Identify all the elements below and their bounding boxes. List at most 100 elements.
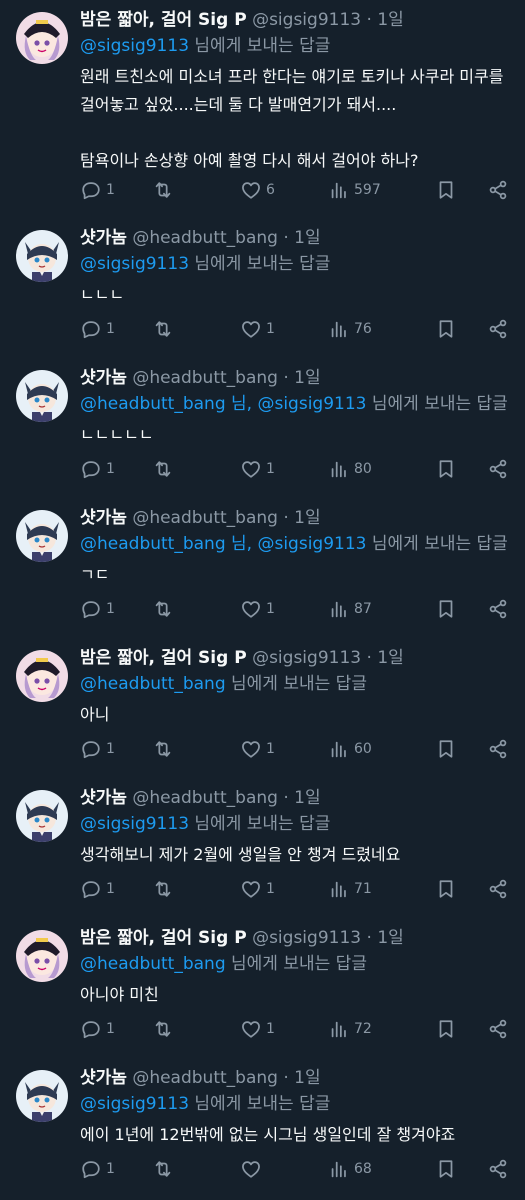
timestamp[interactable]: 1일 xyxy=(377,928,403,948)
avatar[interactable] xyxy=(16,12,68,64)
like-icon xyxy=(242,461,260,478)
retweet-button[interactable] xyxy=(152,736,240,762)
reply-context-label: 님에게 보내는 답글 xyxy=(371,534,508,554)
display-name[interactable]: 샷가놈 xyxy=(80,1068,127,1088)
avatar[interactable] xyxy=(16,510,68,562)
views-button[interactable]: 72 xyxy=(328,1016,408,1042)
display-name[interactable]: 밤은 짧아, 걸어 Sig P xyxy=(80,928,247,948)
reply-mention-link[interactable]: @sigsig9113 xyxy=(80,814,189,834)
reply-button[interactable]: 1 xyxy=(80,177,152,203)
user-handle[interactable]: @headbutt_bang xyxy=(132,368,278,388)
user-handle[interactable]: @sigsig9113 xyxy=(252,648,361,668)
bookmark-icon xyxy=(439,600,453,618)
timestamp[interactable]: 1일 xyxy=(294,508,320,528)
reply-mention-link[interactable]: @headbutt_bang 님, @sigsig9113 xyxy=(80,394,366,414)
like-button[interactable] xyxy=(240,1156,328,1182)
reply-mention-link[interactable]: @headbutt_bang xyxy=(80,954,226,974)
bookmark-button[interactable] xyxy=(435,596,457,622)
like-count: 1 xyxy=(266,881,275,897)
tweet-text: ㄱㄷ xyxy=(80,565,110,584)
reply-button[interactable]: 1 xyxy=(80,876,152,902)
share-button[interactable] xyxy=(487,596,509,622)
reply-mention-link[interactable]: @headbutt_bang 님, @sigsig9113 xyxy=(80,534,366,554)
display-name[interactable]: 밤은 짧아, 걸어 Sig P xyxy=(80,648,247,668)
avatar[interactable] xyxy=(16,650,68,702)
views-button[interactable]: 68 xyxy=(328,1156,408,1182)
reply-mention-link[interactable]: @headbutt_bang xyxy=(80,674,226,694)
retweet-button[interactable] xyxy=(152,1016,240,1042)
share-button[interactable] xyxy=(487,876,509,902)
like-button[interactable]: 1 xyxy=(240,456,328,482)
like-button[interactable]: 1 xyxy=(240,736,328,762)
reply-mention-link[interactable]: @sigsig9113 xyxy=(80,254,189,274)
bookmark-button[interactable] xyxy=(435,316,457,342)
share-button[interactable] xyxy=(487,177,509,203)
share-button[interactable] xyxy=(487,1016,509,1042)
avatar[interactable] xyxy=(16,930,68,982)
views-button[interactable]: 597 xyxy=(328,177,408,203)
bookmark-button[interactable] xyxy=(435,456,457,482)
like-button[interactable]: 1 xyxy=(240,596,328,622)
retweet-button[interactable] xyxy=(152,456,240,482)
like-button[interactable]: 1 xyxy=(240,1016,328,1042)
reply-button[interactable]: 1 xyxy=(80,736,152,762)
share-button[interactable] xyxy=(487,1156,509,1182)
avatar[interactable] xyxy=(16,230,68,282)
reply-button[interactable]: 1 xyxy=(80,1016,152,1042)
reply-mention-link[interactable]: @sigsig9113 xyxy=(80,1094,189,1114)
tweet-text: 생각해보니 제가 2월에 생일을 안 챙겨 드렸네요 xyxy=(80,845,401,864)
avatar-image xyxy=(16,790,68,842)
views-button[interactable]: 87 xyxy=(328,596,408,622)
timestamp[interactable]: 1일 xyxy=(377,10,403,30)
like-button[interactable]: 1 xyxy=(240,316,328,342)
view-count: 72 xyxy=(354,1021,372,1037)
timestamp[interactable]: 1일 xyxy=(294,1068,320,1088)
views-button[interactable]: 80 xyxy=(328,456,408,482)
reply-button[interactable]: 1 xyxy=(80,456,152,482)
share-button[interactable] xyxy=(487,456,509,482)
views-button[interactable]: 71 xyxy=(328,876,408,902)
display-name[interactable]: 샷가놈 xyxy=(80,368,127,388)
share-button[interactable] xyxy=(487,316,509,342)
like-button[interactable]: 1 xyxy=(240,876,328,902)
user-handle[interactable]: @headbutt_bang xyxy=(132,1068,278,1088)
bookmark-button[interactable] xyxy=(435,1016,457,1042)
avatar[interactable] xyxy=(16,1070,68,1122)
display-name[interactable]: 샷가놈 xyxy=(80,228,127,248)
timestamp[interactable]: 1일 xyxy=(294,368,320,388)
reply-mention-link[interactable]: @sigsig9113 xyxy=(80,36,189,56)
avatar[interactable] xyxy=(16,370,68,422)
display-name[interactable]: 밤은 짧아, 걸어 Sig P xyxy=(80,10,247,30)
timestamp[interactable]: 1일 xyxy=(294,788,320,808)
display-name[interactable]: 샷가놈 xyxy=(80,788,127,808)
user-handle[interactable]: @sigsig9113 xyxy=(252,10,361,30)
action-bar: 1 1 87 xyxy=(80,596,509,622)
bookmark-button[interactable] xyxy=(435,736,457,762)
bookmark-button[interactable] xyxy=(435,1156,457,1182)
reply-button[interactable]: 1 xyxy=(80,596,152,622)
like-button[interactable]: 6 xyxy=(240,177,328,203)
retweet-button[interactable] xyxy=(152,316,240,342)
user-handle[interactable]: @sigsig9113 xyxy=(252,928,361,948)
tweet-text: ㄴㄴㄴ xyxy=(80,285,125,304)
retweet-button[interactable] xyxy=(152,876,240,902)
bookmark-button[interactable] xyxy=(435,177,457,203)
avatar[interactable] xyxy=(16,790,68,842)
reply-button[interactable]: 1 xyxy=(80,316,152,342)
views-button[interactable]: 60 xyxy=(328,736,408,762)
views-button[interactable]: 76 xyxy=(328,316,408,342)
retweet-button[interactable] xyxy=(152,177,240,203)
retweet-button[interactable] xyxy=(152,596,240,622)
display-name[interactable]: 샷가놈 xyxy=(80,508,127,528)
user-handle[interactable]: @headbutt_bang xyxy=(132,788,278,808)
reply-icon xyxy=(82,881,100,899)
user-handle[interactable]: @headbutt_bang xyxy=(132,508,278,528)
share-button[interactable] xyxy=(487,736,509,762)
timestamp[interactable]: 1일 xyxy=(377,648,403,668)
user-handle[interactable]: @headbutt_bang xyxy=(132,228,278,248)
retweet-button[interactable] xyxy=(152,1156,240,1182)
bookmark-button[interactable] xyxy=(435,876,457,902)
timestamp[interactable]: 1일 xyxy=(294,228,320,248)
reply-button[interactable]: 1 xyxy=(80,1156,152,1182)
reply-count: 1 xyxy=(106,321,115,337)
